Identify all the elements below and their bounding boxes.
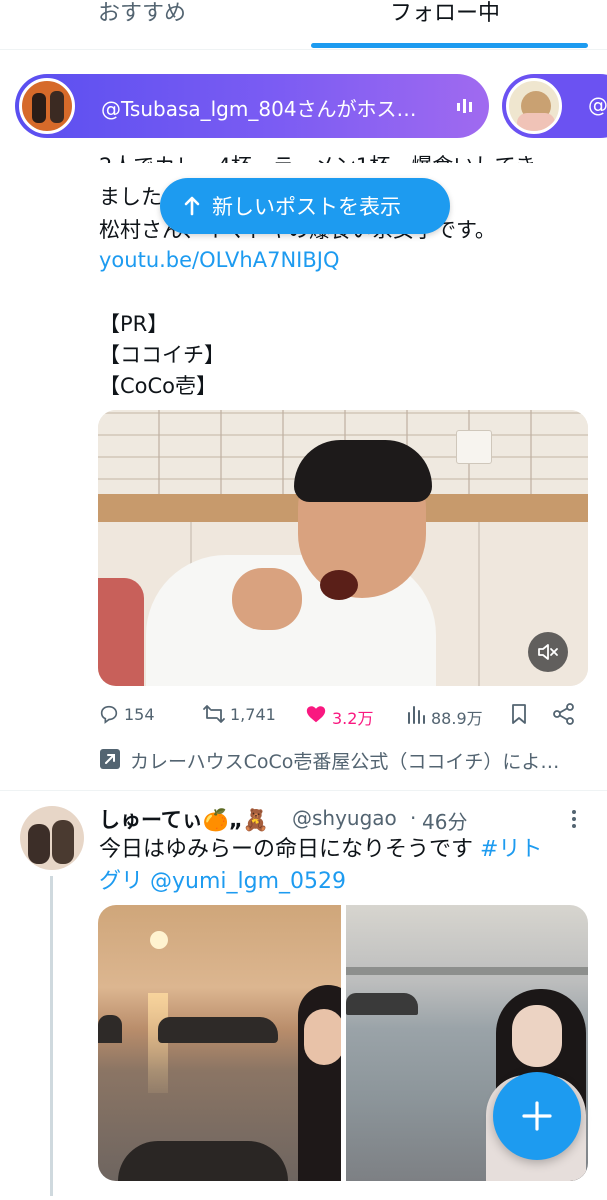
- more-options-icon[interactable]: [568, 808, 580, 830]
- wall-outlet: [456, 430, 492, 464]
- views-icon: [408, 706, 425, 724]
- mute-button[interactable]: [528, 632, 568, 672]
- space-title-2: @: [588, 93, 607, 117]
- tweet-divider: [0, 790, 607, 791]
- tweet-link[interactable]: youtu.be/OLVhA7NIBJQ: [99, 245, 340, 276]
- promoted-label[interactable]: カレーハウスCoCo壱番屋公式（ココイチ）によ…: [98, 745, 588, 773]
- user-handle[interactable]: @shyugao: [292, 806, 397, 830]
- timeline-tabs: おすすめ フォロー中: [0, 0, 607, 50]
- arrow-up-icon: [184, 196, 200, 216]
- heart-icon: [306, 706, 326, 723]
- live-space-card[interactable]: @Tsubasa_lgm_804さんがホス…: [15, 74, 489, 138]
- tweet-video[interactable]: [98, 410, 588, 686]
- mute-icon: [538, 644, 558, 660]
- audio-equalizer-icon: [457, 99, 472, 113]
- hashtag-link[interactable]: #リト: [480, 837, 542, 862]
- tweet-text-line: ました: [99, 185, 162, 209]
- show-new-posts-button[interactable]: 新しいポストを表示: [160, 178, 450, 234]
- space-host-avatar-2: [506, 78, 562, 134]
- retweet-icon: [203, 705, 225, 723]
- spaces-bar: @Tsubasa_lgm_804さんがホス… @: [0, 62, 607, 164]
- tweet-tag-cocoichiban: 【CoCo壱】: [99, 374, 218, 398]
- reply-icon: [100, 705, 118, 724]
- space-host-avatar: [19, 78, 75, 134]
- tab-recommended[interactable]: おすすめ: [98, 0, 186, 48]
- tweet-actions: 154 1,741 3.2万 88.9万: [98, 700, 588, 730]
- tweet-photo-sunset[interactable]: [98, 905, 341, 1181]
- compose-button[interactable]: [493, 1072, 581, 1160]
- like-count: 3.2万: [332, 709, 374, 728]
- live-space-card-2[interactable]: @: [502, 74, 607, 138]
- tab-following[interactable]: フォロー中: [390, 0, 500, 48]
- tweet-timestamp[interactable]: 46分: [422, 806, 467, 835]
- tweet-tag-pr: 【PR】: [99, 312, 169, 336]
- active-tab-indicator: [311, 43, 588, 48]
- views-count: 88.9万: [431, 709, 483, 728]
- avatar[interactable]: [20, 806, 84, 870]
- promoted-arrow-icon: [100, 749, 120, 769]
- bookmark-icon: [512, 704, 526, 724]
- share-icon: [553, 703, 574, 725]
- show-new-posts-label: 新しいポストを表示: [212, 195, 401, 219]
- tweet-text: 今日はゆみらーの命日になりそうです: [99, 837, 480, 862]
- hashtag-mention-link[interactable]: グリ @yumi_lgm_0529: [99, 866, 346, 898]
- separator-dot: ·: [410, 806, 417, 830]
- tweet-text-line: 今日はゆみらーの命日になりそうです #リト: [99, 834, 542, 866]
- thread-line: [50, 876, 53, 1196]
- tweet-tag-cocoichi: 【ココイチ】: [99, 343, 225, 367]
- retweet-count: 1,741: [230, 705, 276, 724]
- scroll-clip: [0, 163, 607, 175]
- plus-icon: [522, 1101, 552, 1131]
- promoted-by-text: カレーハウスCoCo壱番屋公式（ココイチ）によ…: [130, 751, 560, 773]
- space-title: @Tsubasa_lgm_804さんがホス…: [101, 97, 417, 121]
- reply-count: 154: [124, 705, 155, 724]
- display-name[interactable]: しゅーてぃ🍊„🧸: [99, 804, 269, 834]
